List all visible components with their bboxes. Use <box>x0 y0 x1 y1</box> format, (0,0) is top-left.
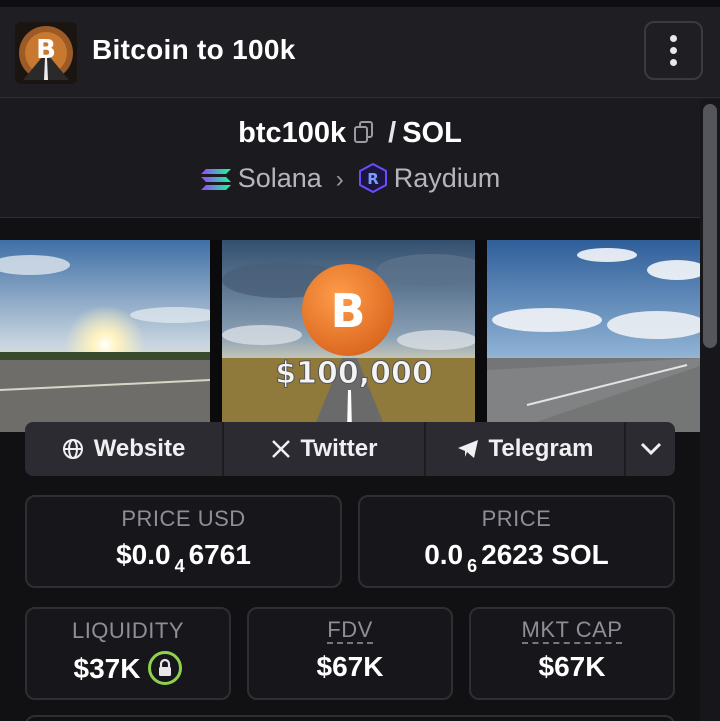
raydium-icon: R <box>358 162 388 200</box>
pair-info: btc100k / SOL Solana › R Raydium <box>0 99 700 218</box>
liquidity-label: LIQUIDITY <box>71 618 185 643</box>
market-cap-value: $67K <box>538 651 606 682</box>
more-menu-button[interactable] <box>644 21 703 80</box>
globe-icon <box>62 439 83 459</box>
price-usd-zero-count: 4 <box>174 556 185 576</box>
market-cap-label: MKT CAP <box>521 617 623 644</box>
svg-text:B: B <box>36 35 56 65</box>
price-native-prefix: 0.0 <box>424 539 464 570</box>
kebab-menu-icon <box>670 35 677 42</box>
next-card-edge <box>25 715 675 721</box>
token-logo: B <box>15 22 77 84</box>
svg-text:R: R <box>367 170 379 188</box>
svg-text:B: B <box>330 284 365 338</box>
token-banner: B $100,000 <box>0 240 700 432</box>
twitter-button[interactable]: Twitter <box>224 422 426 476</box>
fdv-label: FDV <box>327 617 373 644</box>
price-usd-value: $0.0 4 6761 <box>27 539 340 576</box>
telegram-button[interactable]: Telegram <box>426 422 626 476</box>
social-links-bar: Website Twitter Telegram <box>25 422 675 476</box>
price-native-zero-count: 6 <box>467 556 478 576</box>
website-button[interactable]: Website <box>25 422 224 476</box>
twitter-label: Twitter <box>300 435 378 462</box>
more-socials-button[interactable] <box>626 422 675 476</box>
price-usd-digits: 6761 <box>188 539 251 570</box>
top-strip <box>0 0 720 7</box>
dex-name[interactable]: Raydium <box>394 163 501 193</box>
kebab-dot <box>670 59 677 66</box>
banner-center-image: B $100,000 <box>222 240 475 432</box>
main-content: btc100k / SOL Solana › R Raydium B $100,… <box>0 99 700 721</box>
market-cap-card[interactable]: MKT CAP $67K <box>469 607 675 700</box>
pair-quote: SOL <box>402 117 462 149</box>
chain-dex-line: Solana › R Raydium <box>0 162 700 200</box>
price-usd-label: PRICE USD <box>121 506 246 531</box>
chevron-down-icon <box>640 442 661 456</box>
price-usd-prefix: $0.0 <box>116 539 171 570</box>
token-title: Bitcoin to 100k <box>92 34 296 65</box>
liquidity-value-row: $37K <box>27 651 229 685</box>
banner-left-image <box>0 240 210 432</box>
pair-symbol: btc100k <box>238 117 347 149</box>
liquidity-lock-icon[interactable] <box>148 651 183 685</box>
website-label: Website <box>93 435 186 462</box>
token-header: B Bitcoin to 100k <box>0 7 720 98</box>
copy-icon[interactable] <box>354 118 374 143</box>
chain-name[interactable]: Solana <box>238 163 322 193</box>
chevron-right-icon: › <box>335 166 344 193</box>
telegram-icon <box>457 440 478 458</box>
price-usd-card: PRICE USD $0.0 4 6761 <box>25 495 342 588</box>
price-native-label: PRICE <box>481 506 552 531</box>
price-native-value: 0.0 6 2623 SOL <box>360 539 673 576</box>
pair-separator: / <box>388 117 397 149</box>
telegram-label: Telegram <box>488 435 594 462</box>
price-native-digits: 2623 SOL <box>481 539 609 570</box>
liquidity-card: LIQUIDITY $37K <box>25 607 231 700</box>
liquidity-value: $37K <box>73 653 141 684</box>
kebab-dot <box>670 47 677 54</box>
banner-caption: $100,000 <box>275 356 433 391</box>
price-native-card: PRICE 0.0 6 2623 SOL <box>358 495 675 588</box>
pair-title: btc100k / SOL <box>0 117 700 150</box>
banner-right-image <box>487 240 700 432</box>
fdv-value: $67K <box>316 651 384 682</box>
x-icon <box>271 440 290 458</box>
solana-icon <box>200 167 232 200</box>
fdv-card[interactable]: FDV $67K <box>247 607 453 700</box>
scrollbar-thumb[interactable] <box>703 104 717 348</box>
